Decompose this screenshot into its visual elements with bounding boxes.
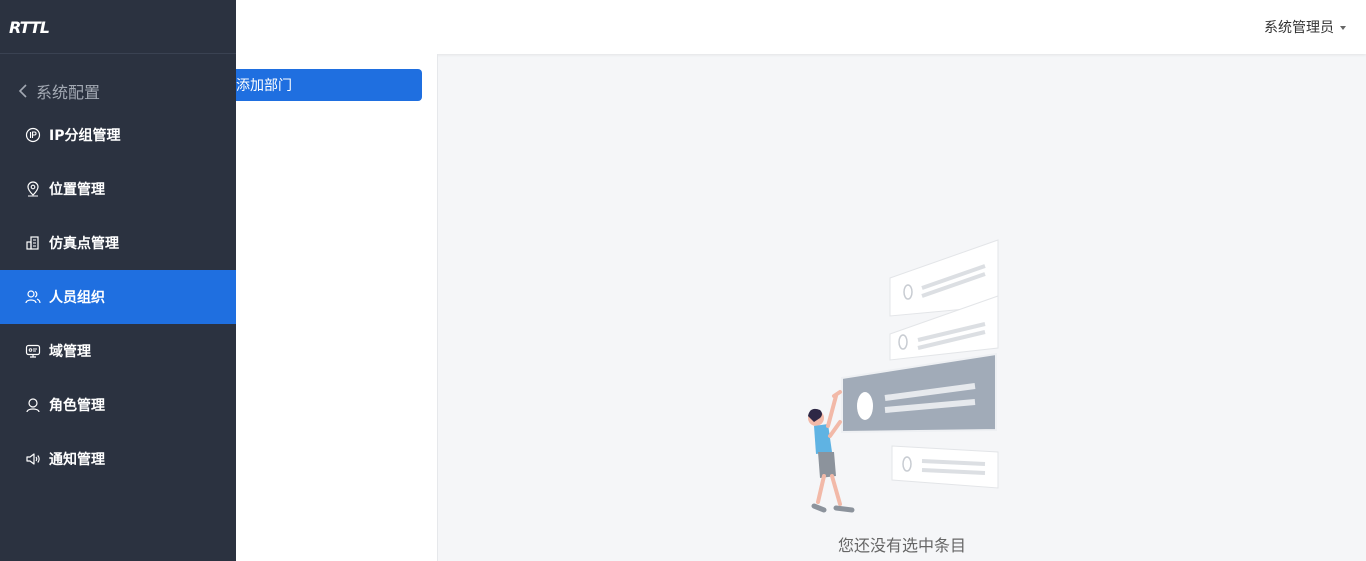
sidebar-item-personnel[interactable]: 人员组织 xyxy=(0,270,236,324)
sidebar-item-domain[interactable]: 域管理 xyxy=(0,324,236,378)
sidebar-item-label: 通知管理 xyxy=(49,452,105,468)
logo: RTTL xyxy=(0,0,236,54)
sidebar-item-label: 人员组织 xyxy=(49,290,105,306)
department-panel: 添加部门 xyxy=(236,54,438,561)
sidebar-item-simulation-point[interactable]: 仿真点管理 xyxy=(0,216,236,270)
users-icon xyxy=(25,289,41,305)
svg-text:RTTL: RTTL xyxy=(9,18,50,36)
sidebar-item-role[interactable]: 角色管理 xyxy=(0,378,236,432)
user-name[interactable]: 系统管理员 xyxy=(1264,17,1334,37)
placeholder-card-icon xyxy=(891,445,999,489)
add-department-button[interactable]: 添加部门 xyxy=(236,69,422,101)
sidebar-item-label: 位置管理 xyxy=(49,182,105,198)
chevron-left-icon[interactable] xyxy=(18,84,30,98)
location-pin-icon xyxy=(25,181,41,197)
back-label: 系统配置 xyxy=(36,83,101,102)
highlighted-card-icon xyxy=(841,352,997,434)
user-icon xyxy=(25,397,41,413)
empty-state-message: 您还没有选中条目 xyxy=(838,536,967,555)
sidebar-item-label: 仿真点管理 xyxy=(49,236,119,252)
speaker-icon xyxy=(25,451,41,467)
empty-state-illustration xyxy=(808,239,999,513)
user-menu[interactable]: 系统管理员 xyxy=(1264,17,1346,37)
sidebar-item-notification[interactable]: 通知管理 xyxy=(0,432,236,486)
sidebar-item-label: 域管理 xyxy=(49,344,91,360)
sidebar-item-ip-group[interactable]: IP分组管理 xyxy=(0,108,236,162)
domain-icon xyxy=(25,343,41,359)
ip-icon xyxy=(25,127,41,143)
building-icon xyxy=(25,235,41,251)
sidebar-item-label: IP分组管理 xyxy=(49,128,121,144)
sidebar-item-label: 角色管理 xyxy=(49,398,105,414)
sidebar-item-location[interactable]: 位置管理 xyxy=(0,162,236,216)
sidebar: RTTL 系统配置 IP分组管理 位置管理 仿真点管理 人员组织 域管理 角色管… xyxy=(0,0,236,561)
logo-icon: RTTL xyxy=(9,18,51,36)
chevron-down-icon[interactable] xyxy=(1340,26,1346,30)
